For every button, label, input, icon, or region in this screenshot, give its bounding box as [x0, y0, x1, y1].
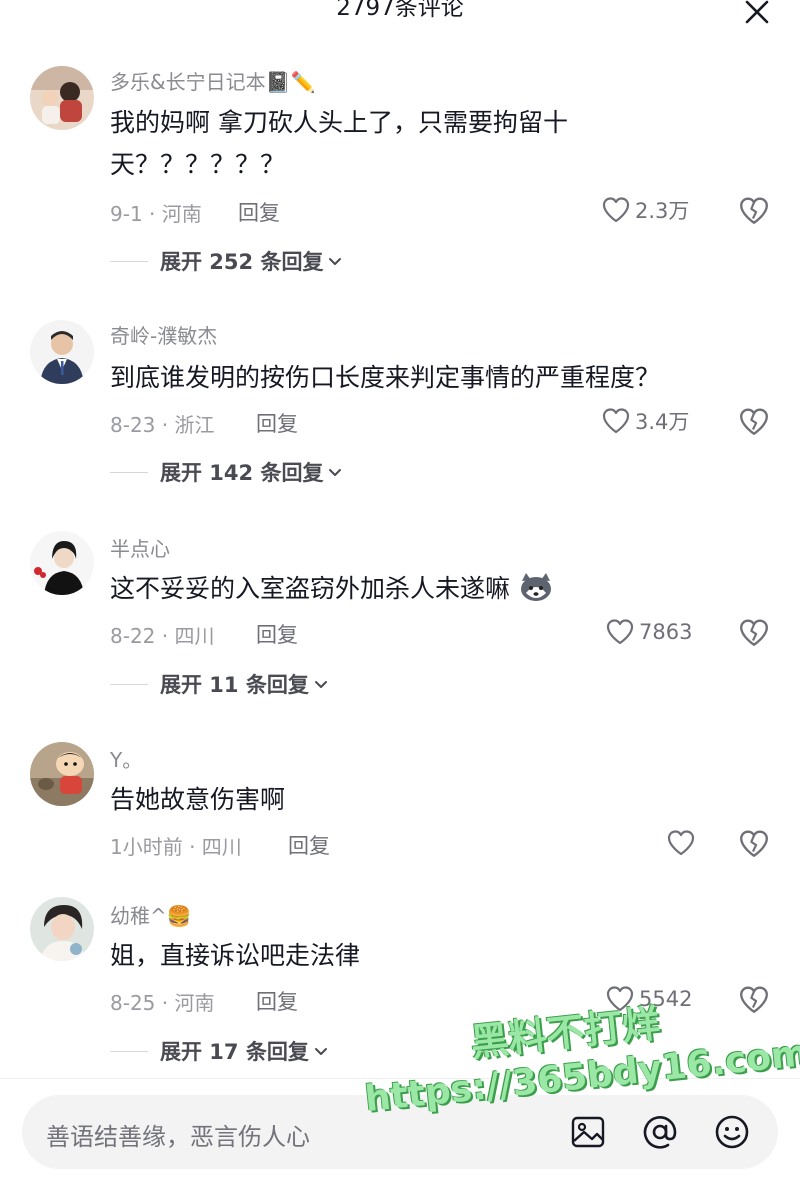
avatar[interactable] [30, 531, 94, 595]
broken-heart-icon [740, 408, 768, 435]
expand-replies-button[interactable]: 展开 142 条回复 [110, 457, 343, 487]
reply-button[interactable]: 回复 [238, 197, 280, 227]
comment-date-location: 9-1 · 河南 [110, 202, 202, 226]
avatar[interactable] [30, 897, 94, 961]
dislike-button[interactable] [738, 195, 770, 227]
comment-text: 到底谁发明的按伤口长度来判定事情的严重程度？ [110, 357, 660, 399]
dislike-button[interactable] [738, 984, 770, 1016]
broken-heart-icon [740, 197, 768, 224]
heart-outline-icon [606, 619, 634, 645]
chevron-down-icon [314, 1048, 327, 1055]
reply-button[interactable]: 回复 [256, 619, 298, 649]
heart-outline-icon [606, 986, 634, 1012]
chevron-down-icon [329, 258, 342, 265]
like-count: 7863 [639, 620, 693, 644]
dislike-button[interactable] [738, 406, 770, 438]
username[interactable]: Y。 [110, 744, 142, 773]
username[interactable]: 幼稚^ [110, 904, 167, 928]
mention-button[interactable] [640, 1112, 680, 1152]
husky-emoji-icon [520, 573, 551, 601]
like-button[interactable]: 7863 [605, 617, 692, 647]
username[interactable]: 奇岭-濮敏杰 [110, 320, 217, 349]
like-button[interactable]: 2.3万 [601, 195, 689, 225]
comment-date-location: 1小时前 · 四川 [110, 835, 242, 859]
comment-text-line: 我的妈啊 拿刀砍人头上了，只需要拘留十 [110, 108, 568, 137]
comment-date-location: 8-23 · 浙江 [110, 413, 215, 437]
reply-button[interactable]: 回复 [256, 408, 298, 438]
comment-text: 这不妥妥的入室盗窃外加杀人未遂嘛 [110, 568, 554, 610]
image-button[interactable] [568, 1112, 608, 1152]
emoji-button[interactable] [712, 1112, 752, 1152]
comment-text: 告她故意伤害啊 [110, 779, 285, 821]
comments-count-title: 2797条评论 [336, 0, 464, 21]
image-icon [571, 1116, 605, 1148]
comment-text-line: 天？？？？？？ [110, 150, 286, 179]
like-count: 3.4万 [635, 410, 690, 434]
broken-heart-icon [740, 830, 768, 857]
comment-text-line: 到底谁发明的按伤口长度来判定事情的严重程度？ [110, 363, 661, 392]
broken-heart-icon [740, 986, 768, 1013]
divider [110, 683, 148, 685]
comment-text-line: 姐，直接诉讼吧走法律 [110, 941, 361, 970]
comments-header: 2797条评论 [0, 0, 800, 40]
avatar[interactable] [30, 320, 94, 384]
expand-replies-label: 展开 17 条回复 [160, 1040, 309, 1064]
expand-replies-button[interactable]: 展开 17 条回复 [110, 1036, 329, 1066]
like-button[interactable] [666, 828, 696, 858]
broken-heart-icon [740, 619, 768, 646]
avatar[interactable] [30, 66, 94, 130]
username-emoji: 🍔 [166, 904, 192, 928]
divider [110, 260, 148, 262]
like-count: 5542 [639, 987, 693, 1011]
heart-outline-icon [602, 408, 630, 434]
comment-date-location: 8-25 · 河南 [110, 991, 215, 1015]
heart-outline-icon [667, 830, 695, 856]
comment-input-placeholder: 善语结善缘，恶言伤人心 [46, 1123, 310, 1151]
comment-input[interactable]: 善语结善缘，恶言伤人心 [22, 1095, 778, 1169]
comment-text-line: 告她故意伤害啊 [110, 785, 286, 814]
chevron-down-icon [329, 469, 342, 476]
comment-input-bar: 善语结善缘，恶言伤人心 [0, 1078, 800, 1184]
close-icon [745, 0, 769, 24]
comment-date-location: 8-22 · 四川 [110, 624, 215, 648]
like-button[interactable]: 3.4万 [601, 406, 689, 436]
like-button[interactable]: 5542 [605, 984, 692, 1014]
expand-replies-button[interactable]: 展开 252 条回复 [110, 246, 343, 276]
comment-text-line: 这不妥妥的入室盗窃外加杀人未遂嘛 [110, 574, 511, 603]
username[interactable]: 多乐&长宁日记本 [110, 70, 266, 94]
comment-text: 姐，直接诉讼吧走法律 [110, 935, 360, 977]
heart-outline-icon [602, 197, 630, 223]
reply-button[interactable]: 回复 [256, 986, 298, 1016]
avatar[interactable] [30, 742, 94, 806]
close-button[interactable] [736, 0, 778, 32]
dislike-button[interactable] [738, 617, 770, 649]
divider [110, 1050, 148, 1052]
expand-replies-button[interactable]: 展开 11 条回复 [110, 669, 329, 699]
reply-button[interactable]: 回复 [288, 830, 330, 860]
expand-replies-label: 展开 142 条回复 [160, 461, 324, 485]
expand-replies-label: 展开 11 条回复 [160, 673, 309, 697]
expand-replies-label: 展开 252 条回复 [160, 250, 324, 274]
divider [110, 471, 148, 473]
like-count: 2.3万 [635, 199, 690, 223]
dislike-button[interactable] [738, 828, 770, 860]
at-icon [643, 1116, 677, 1149]
comment-text: 我的妈啊 拿刀砍人头上了，只需要拘留十 天？？？？？？ [110, 102, 568, 186]
username-emoji: 📓✏️ [265, 70, 316, 94]
username[interactable]: 半点心 [110, 533, 170, 562]
smiley-icon [715, 1115, 749, 1149]
chevron-down-icon [314, 681, 327, 688]
